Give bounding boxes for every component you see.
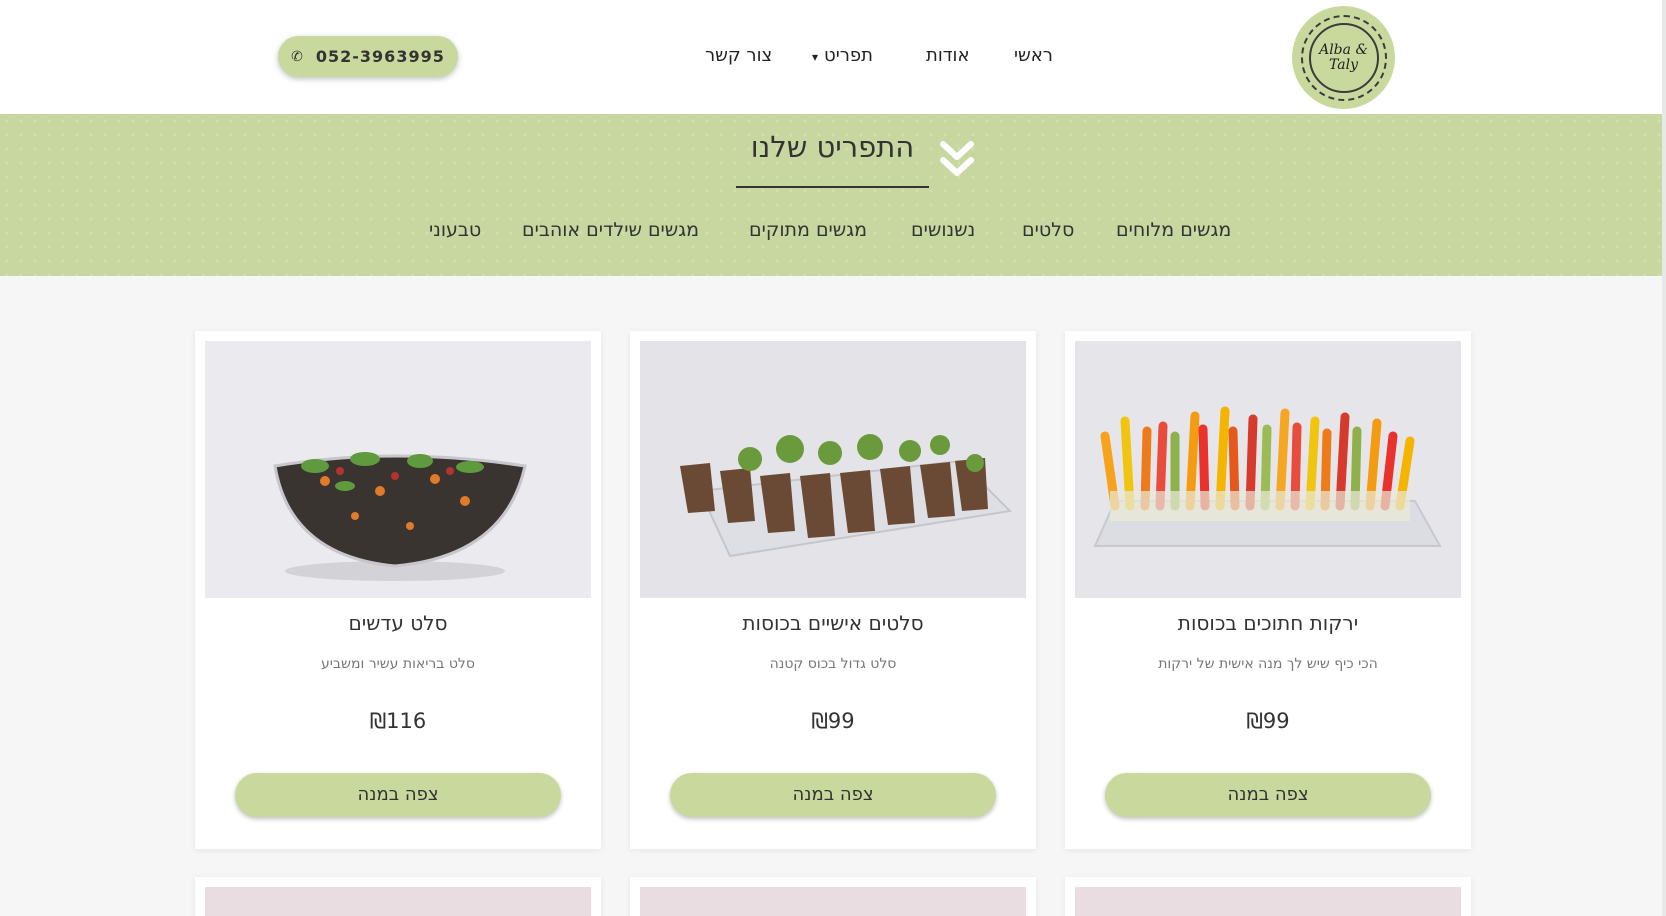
product-price: ₪99	[1246, 709, 1290, 733]
salad-cups-illustration	[640, 341, 1026, 598]
phone-icon: ✆	[291, 48, 304, 65]
nav-menu-label: תפריט	[824, 45, 873, 66]
page-title: התפריט שלנו	[750, 130, 915, 164]
category-tabs: מגשים מלוחים סלטים נשנושים מגשים מתוקים …	[0, 214, 1666, 246]
vegetable-sticks-illustration	[1075, 341, 1461, 598]
view-dish-button[interactable]: צפה במנה	[1105, 773, 1431, 817]
double-chevron-down-icon	[940, 141, 974, 176]
nav-about[interactable]: אודות	[926, 42, 970, 70]
product-card[interactable]: ירקות חתוכים בכוסות הכי כיף שיש לך מנה א…	[1065, 331, 1471, 849]
product-card-partial[interactable]	[195, 877, 601, 916]
phone-number: 052-3963995	[315, 47, 445, 66]
site-header: Alba & Taly ראשי אודות תפריט▾ צור קשר ✆ …	[0, 0, 1666, 114]
nav-contact[interactable]: צור קשר	[705, 42, 772, 70]
product-image-partial	[205, 887, 591, 916]
nav-menu[interactable]: תפריט ▾	[812, 42, 873, 71]
main-nav: ראשי אודות תפריט ▾ צור קשר	[0, 42, 1666, 72]
lentil-salad-illustration	[205, 341, 591, 598]
product-card-partial[interactable]	[630, 877, 1036, 916]
category-snacks[interactable]: נשנושים	[911, 214, 975, 246]
salad-cups-image[interactable]	[640, 341, 1026, 598]
product-card[interactable]: סלט עדשים סלט בריאות עשיר ומשביע ₪116 צפ…	[195, 331, 601, 849]
product-description: סלט בריאות עשיר ומשביע	[321, 656, 475, 672]
lentil-salad-image[interactable]	[205, 341, 591, 598]
product-price: ₪99	[811, 709, 855, 733]
view-dish-button[interactable]: צפה במנה	[670, 773, 996, 817]
page: Alba & Taly ראשי אודות תפריט▾ צור קשר ✆ …	[0, 0, 1666, 916]
product-title[interactable]: סלט עדשים	[195, 611, 601, 635]
product-price: ₪116	[369, 709, 427, 733]
category-vegan[interactable]: טבעוני	[429, 214, 481, 246]
product-card[interactable]: סלטים אישיים בכוסות סלט גדול בכוס קטנה ₪…	[630, 331, 1036, 849]
product-title[interactable]: ירקות חתוכים בכוסות	[1065, 611, 1471, 635]
category-salads[interactable]: סלטים	[1022, 214, 1074, 246]
category-sweet-trays[interactable]: מגשים מתוקים	[749, 214, 867, 246]
menu-banner: התפריט שלנו מגשים מלוחים סלטים נשנושים מ…	[0, 114, 1666, 276]
product-card-partial[interactable]	[1065, 877, 1471, 916]
view-dish-button[interactable]: צפה במנה	[235, 773, 561, 817]
title-underline	[736, 186, 929, 188]
chevron-down-icon: ▾	[812, 50, 819, 64]
product-image-partial	[640, 887, 1026, 916]
product-description: סלט גדול בכוס קטנה	[769, 656, 897, 672]
product-title[interactable]: סלטים אישיים בכוסות	[630, 611, 1036, 635]
product-image-partial	[1075, 887, 1461, 916]
product-description: הכי כיף שיש לך מנה אישית של ירקות	[1158, 656, 1378, 672]
vegetable-sticks-image[interactable]	[1075, 341, 1461, 598]
phone-button[interactable]: ✆ 052-3963995	[278, 36, 458, 77]
category-savory-trays[interactable]: מגשים מלוחים	[1116, 214, 1231, 246]
nav-home[interactable]: ראשי	[1014, 42, 1053, 70]
scrollbar[interactable]	[1662, 0, 1666, 916]
category-kids-trays[interactable]: מגשים שילדים אוהבים	[522, 214, 699, 246]
